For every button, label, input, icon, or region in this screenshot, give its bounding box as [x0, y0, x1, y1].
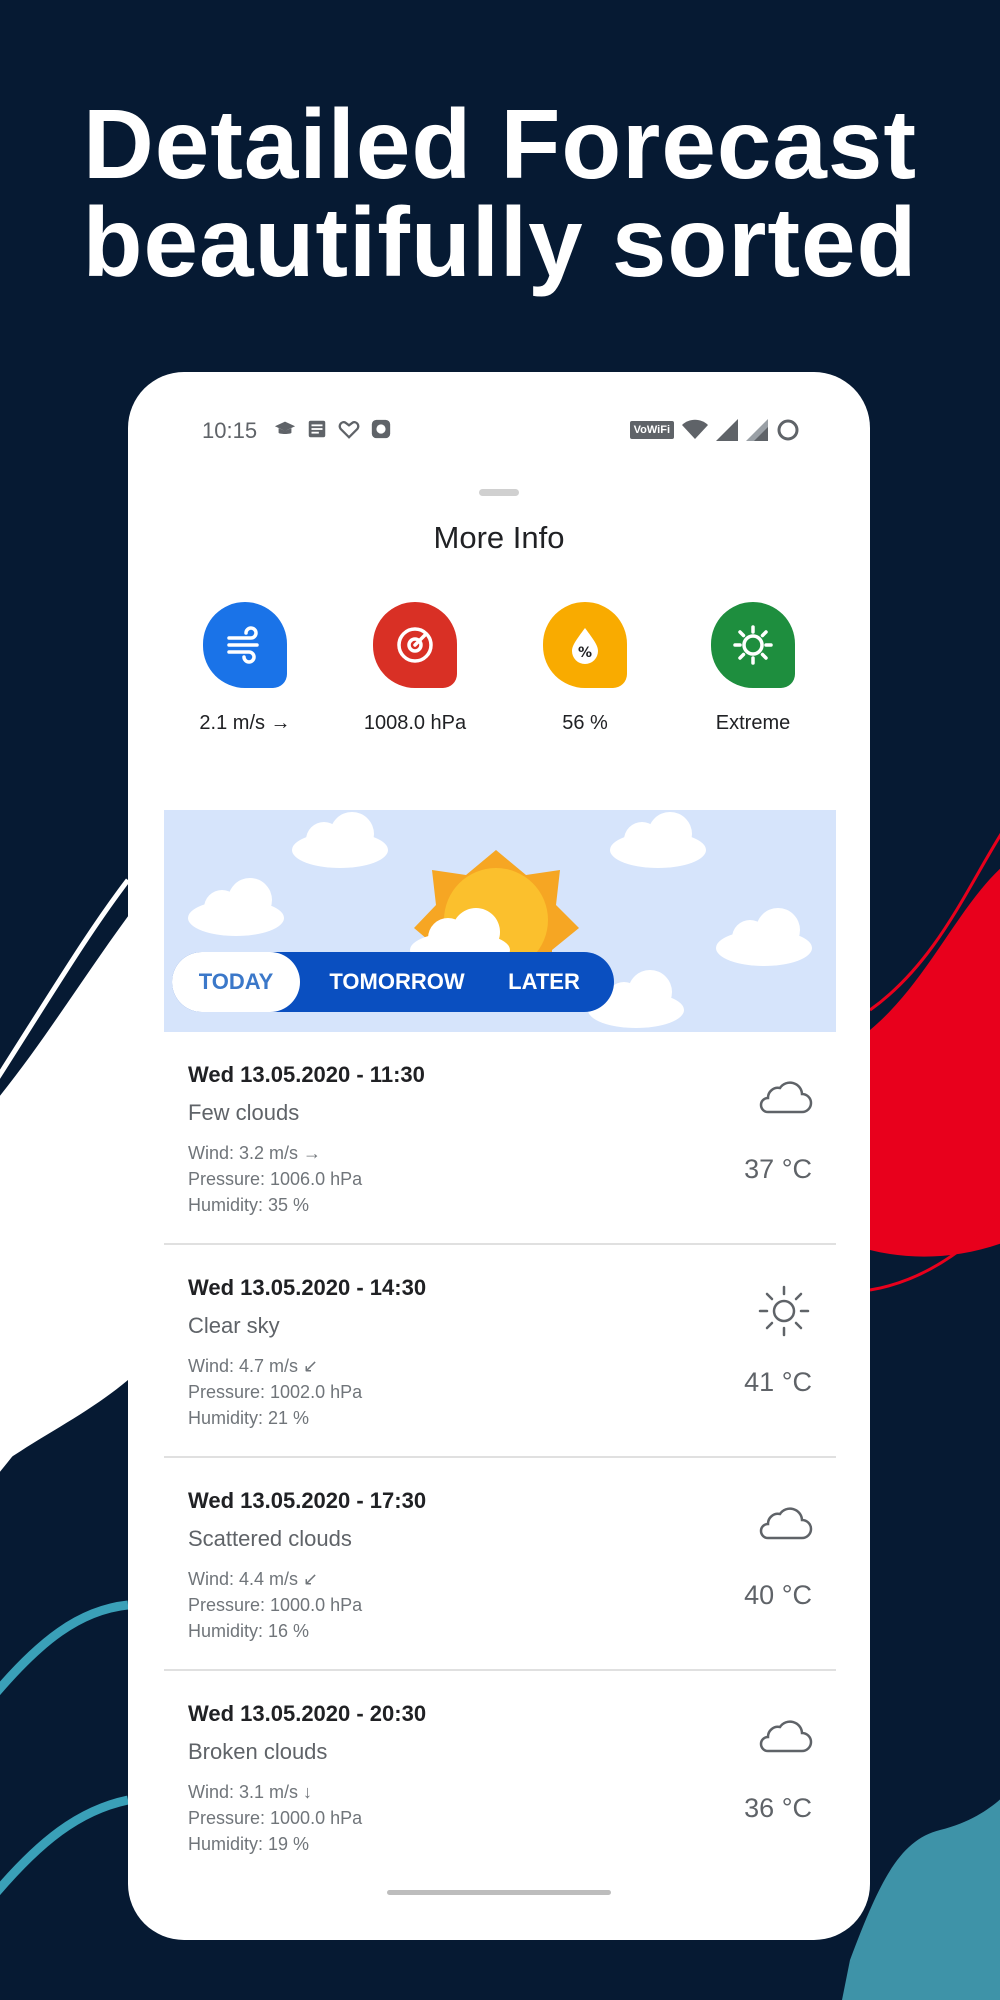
svg-text:%: % — [578, 645, 592, 661]
pressure-gauge-icon — [397, 627, 433, 663]
cloud-icon — [759, 1720, 813, 1753]
teal-wave-shape — [0, 1600, 129, 1696]
forecast-temperature: 37 °C — [744, 1154, 812, 1184]
status-time: 10:15 — [202, 418, 258, 443]
status-bar: 10:15 VoWiFi — [128, 412, 870, 452]
graduation-cap-icon — [274, 421, 296, 435]
uv-sun-icon — [733, 625, 773, 665]
list-item[interactable]: Wed 13.05.2020 - 17:30 Scattered clouds … — [164, 1458, 836, 1671]
list-item[interactable]: Wed 13.05.2020 - 11:30 Few clouds Wind: … — [164, 1032, 836, 1245]
forecast-description: Scattered clouds — [188, 1526, 352, 1551]
pressure-badge — [373, 602, 457, 688]
forecast-wind: Wind: 4.4 m/s ↙ — [188, 1569, 319, 1589]
humidity-badge: % — [543, 602, 627, 688]
uv-label: Extreme — [715, 712, 791, 734]
forecast-temperature: 41 °C — [744, 1367, 812, 1397]
weather-banner: TODAY TOMORROW LATER — [164, 810, 836, 1032]
red-wave-shape — [870, 868, 1000, 1257]
sun-icon — [758, 1285, 810, 1337]
phone-screen: 10:15 VoWiFi More Info 2.1 m/s → 1008.0 … — [128, 372, 870, 1940]
signal-icon — [716, 419, 738, 441]
uv-info[interactable]: Extreme — [668, 602, 838, 735]
wind-badge — [203, 602, 287, 688]
forecast-wind: Wind: 3.1 m/s ↓ — [188, 1782, 313, 1802]
signal-icon-2 — [746, 419, 768, 441]
forecast-humidity: Humidity: 19 % — [188, 1834, 310, 1854]
forecast-date: Wed 13.05.2020 - 20:30 — [188, 1701, 427, 1726]
forecast-date: Wed 13.05.2020 - 11:30 — [188, 1062, 425, 1087]
cloud-icon — [759, 1081, 813, 1114]
forecast-details: Wind: 3.1 m/s ↓ Pressure: 1000.0 hPa Hum… — [188, 1779, 362, 1857]
headline-line-1: Detailed Forecast — [83, 89, 917, 199]
tab-today[interactable]: TODAY — [172, 952, 300, 1012]
more-info-row: 2.1 m/s → 1008.0 hPa % 56 % Extreme — [128, 602, 870, 752]
forecast-pressure: Pressure: 1000.0 hPa — [188, 1595, 363, 1615]
forecast-temperature: 36 °C — [744, 1793, 812, 1823]
home-indicator[interactable] — [387, 1890, 611, 1895]
wind-label: 2.1 m/s → — [199, 712, 291, 734]
forecast-details: Wind: 3.2 m/s → Pressure: 1006.0 hPa Hum… — [188, 1140, 362, 1218]
forecast-details: Wind: 4.7 m/s ↙ Pressure: 1002.0 hPa Hum… — [188, 1353, 362, 1431]
forecast-description: Few clouds — [188, 1100, 300, 1125]
forecast-temperature: 40 °C — [744, 1580, 812, 1610]
tab-later[interactable]: LATER — [490, 952, 598, 1012]
wind-info[interactable]: 2.1 m/s → — [160, 602, 330, 735]
forecast-pressure: Pressure: 1000.0 hPa — [188, 1808, 363, 1828]
headline-line-2: beautifully sorted — [82, 187, 918, 297]
forecast-details: Wind: 4.4 m/s ↙ Pressure: 1000.0 hPa Hum… — [188, 1566, 362, 1644]
uv-badge — [711, 602, 795, 688]
period-tabs: TODAY TOMORROW LATER — [172, 952, 614, 1012]
sheet-title: More Info — [433, 520, 565, 555]
forecast-list: Wed 13.05.2020 - 11:30 Few clouds Wind: … — [164, 1032, 836, 1884]
humidity-drop-icon: % — [572, 628, 598, 664]
wifi-icon — [682, 419, 708, 439]
heart-pulse-icon — [338, 421, 360, 439]
app-icon — [371, 419, 391, 439]
forecast-description: Broken clouds — [188, 1739, 328, 1764]
forecast-humidity: Humidity: 21 % — [188, 1408, 310, 1428]
forecast-pressure: Pressure: 1002.0 hPa — [188, 1382, 363, 1402]
pressure-label: 1008.0 hPa — [363, 712, 467, 734]
forecast-wind: Wind: 3.2 m/s → — [188, 1143, 322, 1163]
forecast-date: Wed 13.05.2020 - 14:30 — [188, 1275, 427, 1300]
forecast-humidity: Humidity: 16 % — [188, 1621, 310, 1641]
sheet-drag-handle[interactable] — [479, 489, 519, 496]
vowifi-badge: VoWiFi — [629, 421, 674, 439]
pressure-info[interactable]: 1008.0 hPa — [330, 602, 500, 735]
forecast-description: Clear sky — [188, 1313, 280, 1338]
headline: Detailed Forecast beautifully sorted — [0, 95, 1000, 291]
notification-icons — [274, 418, 392, 440]
cloud-icon — [759, 1507, 813, 1540]
battery-icon — [777, 419, 799, 441]
forecast-date: Wed 13.05.2020 - 17:30 — [188, 1488, 427, 1513]
forecast-pressure: Pressure: 1006.0 hPa — [188, 1169, 363, 1189]
list-item[interactable]: Wed 13.05.2020 - 20:30 Broken clouds Win… — [164, 1671, 836, 1884]
humidity-label: 56 % — [562, 712, 608, 734]
list-item[interactable]: Wed 13.05.2020 - 14:30 Clear sky Wind: 4… — [164, 1245, 836, 1458]
forecast-humidity: Humidity: 35 % — [188, 1195, 310, 1215]
humidity-info[interactable]: % 56 % — [500, 602, 670, 735]
document-icon — [308, 420, 326, 438]
wind-icon — [227, 626, 259, 664]
system-icons: VoWiFi — [629, 418, 800, 442]
tab-tomorrow[interactable]: TOMORROW — [312, 952, 482, 1012]
forecast-wind: Wind: 4.7 m/s ↙ — [188, 1356, 319, 1376]
